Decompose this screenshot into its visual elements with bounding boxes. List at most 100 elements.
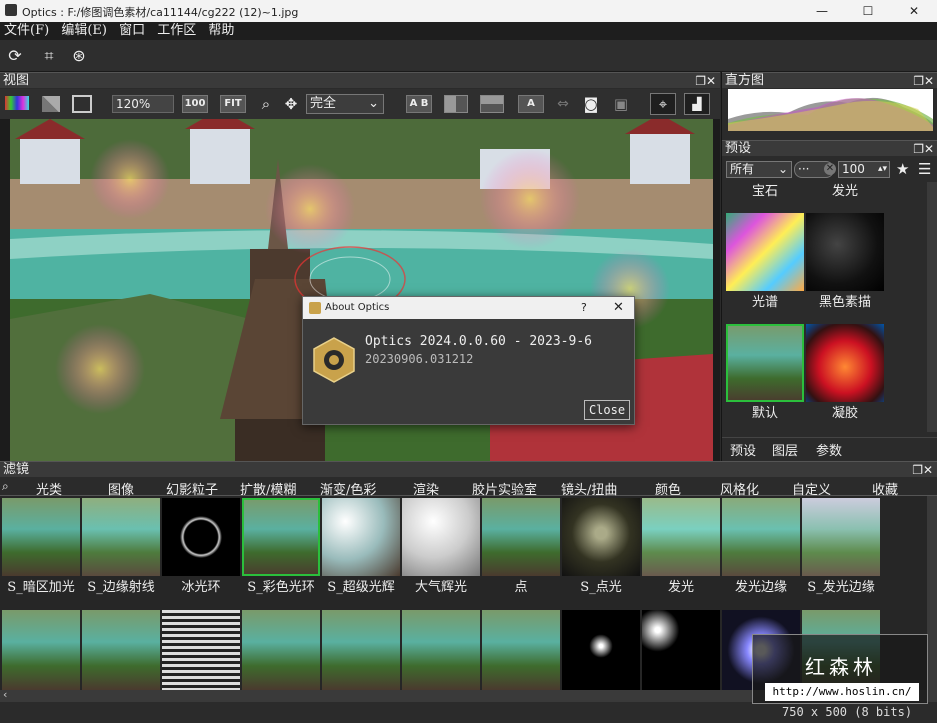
preset-label-top-left: 宝石 <box>751 184 778 199</box>
filter-thumb[interactable] <box>482 610 560 690</box>
filter-thumb[interactable] <box>82 610 160 690</box>
window-close-button[interactable]: ✕ <box>891 0 937 22</box>
thumbnail-size-value: 100 <box>842 162 865 176</box>
menu-edit[interactable]: 编辑(E) <box>61 22 107 40</box>
menu-bar: 文件(F) 编辑(E) 窗口 工作区 帮助 <box>0 22 937 40</box>
filter-thumb[interactable] <box>242 610 320 690</box>
magnifier-icon[interactable]: ⌕ <box>255 94 277 114</box>
filters-header: 滤镜 ❐✕ <box>0 461 937 477</box>
menu-file[interactable]: 文件(F) <box>4 22 49 40</box>
preset-category-value: 所有 <box>730 162 755 176</box>
filter-label: 发光边缘 <box>734 580 787 595</box>
stepper-icon: ▴▾ <box>877 164 887 174</box>
filter-thumb[interactable] <box>162 610 240 690</box>
filter-thumb[interactable] <box>642 498 720 576</box>
star-icon[interactable]: ★ <box>896 160 909 178</box>
split-horizontal-icon[interactable] <box>480 95 504 113</box>
dialog-help-button[interactable]: ? <box>581 297 587 319</box>
checker-icon[interactable] <box>42 96 60 112</box>
preset-label-top-right: 发光 <box>831 184 858 199</box>
preset-label: 光谱 <box>751 295 778 310</box>
crosshair-icon[interactable]: ⌖ <box>650 93 676 115</box>
presets-scrollbar[interactable] <box>927 182 937 432</box>
split-vertical-icon[interactable] <box>444 95 468 113</box>
zoom-input[interactable]: 120% <box>112 95 174 113</box>
refresh-icon[interactable]: ⟳ <box>4 46 26 66</box>
filter-thumb[interactable] <box>242 498 320 576</box>
preset-thumb-gel[interactable] <box>806 324 884 402</box>
filter-thumb[interactable] <box>2 610 80 690</box>
camera-icon[interactable]: ◙ <box>580 94 602 114</box>
filter-label: 点 <box>514 580 528 595</box>
dialog-version-heading: Optics 2024.0.0.60 - 2023-9-6 <box>365 334 592 349</box>
filter-thumb[interactable] <box>562 610 640 690</box>
filter-label: S_超级光辉 <box>327 580 395 595</box>
tab-parameters[interactable]: 参数 <box>816 440 842 459</box>
panel-float-close-icon[interactable]: ❐✕ <box>913 73 934 89</box>
ab-compare-button[interactable]: A B <box>406 95 432 113</box>
zoom-fit-button[interactable]: FIT <box>220 95 246 113</box>
filter-thumb[interactable] <box>402 498 480 576</box>
thumbnail-size-input[interactable]: 100 ▴▾ <box>838 161 890 178</box>
watermark-overlay: 红森林 http://www.hoslin.cn/ <box>752 634 928 704</box>
minimize-button[interactable]: — <box>799 0 845 22</box>
scroll-left-icon[interactable]: ‹ <box>3 688 7 701</box>
filter-thumb[interactable] <box>722 498 800 576</box>
menu-workspace[interactable]: 工作区 <box>157 22 196 40</box>
filter-thumb[interactable] <box>2 498 80 576</box>
view-toolbar: 120% 100 FIT ⌕ ✥ 完全 ⌄ A B A ⇔ ◙ ▣ ⌖ ▟ <box>0 89 720 119</box>
preset-label: 黑色素描 <box>818 295 871 310</box>
search-icon[interactable]: ⌕ <box>2 479 9 494</box>
monitor-icon[interactable]: ▣ <box>610 94 632 114</box>
histogram-header: 直方图 ❐✕ <box>722 72 937 88</box>
filter-thumb[interactable] <box>162 498 240 576</box>
panel-float-close-icon[interactable]: ❐✕ <box>695 73 716 89</box>
dialog-close-icon[interactable]: ✕ <box>613 297 624 319</box>
filter-thumb[interactable] <box>482 498 560 576</box>
optics-logo-icon <box>313 337 355 383</box>
crop-icon[interactable]: ⌗ <box>38 46 60 66</box>
tab-layers[interactable]: 图层 <box>772 440 798 459</box>
color-mode-icon[interactable] <box>5 96 29 110</box>
filter-label: S_点光 <box>580 580 622 595</box>
view-mode-select[interactable]: 完全 ⌄ <box>306 94 384 114</box>
histogram-graph <box>728 89 933 131</box>
view-mode-value: 完全 <box>310 96 337 111</box>
view-panel-header: 视图 ❐✕ <box>0 72 720 88</box>
before-icon[interactable]: A <box>518 95 544 113</box>
chevron-down-icon: ⌄ <box>777 162 788 176</box>
panel-float-close-icon[interactable]: ❐✕ <box>912 462 933 478</box>
clear-icon[interactable]: ✕ <box>824 163 836 175</box>
optics-small-logo-icon <box>309 302 321 314</box>
link-icon[interactable]: ⇔ <box>552 94 574 114</box>
filter-thumb[interactable] <box>402 610 480 690</box>
presets-toolbar: 所有 ⌄ ··· ✕ 100 ▴▾ ★ ☰ <box>722 158 937 180</box>
preset-thumb-default[interactable] <box>726 324 804 402</box>
presets-title: 预设 <box>725 141 752 156</box>
menu-icon[interactable]: ☰ <box>918 160 931 178</box>
app-icon <box>5 4 17 16</box>
maximize-button[interactable]: ☐ <box>845 0 891 22</box>
preset-thumb-spectrum[interactable] <box>726 213 804 291</box>
filter-label: S_发光边缘 <box>807 580 875 595</box>
tab-presets[interactable]: 预设 <box>730 440 756 459</box>
menu-window[interactable]: 窗口 <box>119 22 145 40</box>
filter-thumb[interactable] <box>642 610 720 690</box>
filter-thumb[interactable] <box>322 498 400 576</box>
pan-icon[interactable]: ✥ <box>280 94 302 114</box>
menu-help[interactable]: 帮助 <box>208 22 234 40</box>
presets-header: 预设 ❐✕ <box>722 140 937 156</box>
filter-thumb[interactable] <box>562 498 640 576</box>
fit-frame-icon[interactable] <box>72 95 92 113</box>
preset-category-select[interactable]: 所有 ⌄ <box>726 161 792 178</box>
zoom-100-button[interactable]: 100 <box>182 95 208 113</box>
rotate-icon[interactable]: ⊛ <box>68 46 90 66</box>
dialog-close-button[interactable]: Close <box>584 400 630 420</box>
panel-float-close-icon[interactable]: ❐✕ <box>913 141 934 157</box>
filter-thumb[interactable] <box>802 498 880 576</box>
filter-thumb[interactable] <box>322 610 400 690</box>
preset-thumb-black-sketch[interactable] <box>806 213 884 291</box>
filter-thumb[interactable] <box>82 498 160 576</box>
histogram-toggle-icon[interactable]: ▟ <box>684 93 710 115</box>
window-title: Optics : F:/修图调色素材/ca11144/cg222 (12)~1.… <box>22 6 299 19</box>
